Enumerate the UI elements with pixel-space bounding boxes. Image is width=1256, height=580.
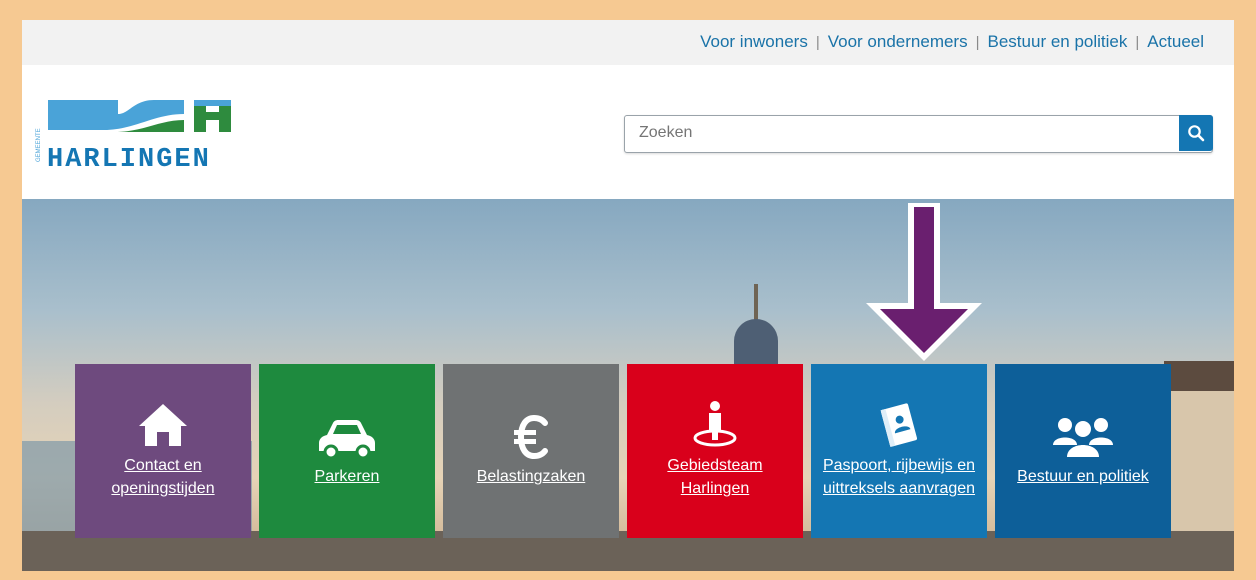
nav-separator: |	[815, 33, 820, 51]
tile-contact[interactable]: Contact en openingstijden	[75, 364, 251, 538]
nav-voor-inwoners[interactable]: Voor inwoners	[700, 32, 808, 52]
search-input[interactable]	[625, 116, 1203, 150]
tile-label: Bestuur en politiek	[1017, 468, 1149, 486]
hero-building	[1164, 391, 1234, 541]
car-icon	[319, 420, 375, 460]
euro-icon	[514, 415, 548, 460]
search-icon	[1188, 125, 1205, 142]
nav-voor-ondernemers[interactable]: Voor ondernemers	[828, 32, 968, 52]
person-location-icon	[693, 400, 737, 447]
group-icon	[1053, 418, 1113, 458]
tile-parkeren[interactable]: Parkeren	[259, 364, 435, 538]
hero-roof	[1164, 361, 1234, 391]
hero-tower-spire	[754, 284, 758, 324]
search-box	[624, 115, 1213, 153]
tile-label: Paspoort, rijbewijs en uittreksels aanvr…	[822, 456, 976, 497]
site-logo[interactable]: GEMEENTE HARLINGEN	[34, 100, 234, 175]
nav-bestuur-en-politiek[interactable]: Bestuur en politiek	[988, 32, 1128, 52]
tile-gebiedsteam[interactable]: Gebiedsteam Harlingen	[627, 364, 803, 538]
tile-belastingzaken[interactable]: Belastingzaken	[443, 364, 619, 538]
top-navigation: Voor inwoners | Voor ondernemers | Bestu…	[700, 32, 1204, 52]
passport-icon	[880, 403, 917, 447]
tile-label: Parkeren	[314, 468, 380, 486]
tile-label: Gebiedsteam Harlingen	[667, 456, 763, 497]
top-bar: Voor inwoners | Voor ondernemers | Bestu…	[22, 20, 1234, 65]
browser-frame: Voor inwoners | Voor ondernemers | Bestu…	[22, 20, 1234, 571]
tile-paspoort[interactable]: Paspoort, rijbewijs en uittreksels aanvr…	[811, 364, 987, 538]
nav-separator: |	[975, 33, 980, 51]
tile-label: Belastingzaken	[476, 468, 586, 486]
logo-small-text: GEMEENTE	[36, 128, 42, 162]
home-icon	[139, 403, 187, 446]
down-arrow-icon	[866, 203, 982, 361]
logo-name-text: HARLINGEN	[47, 145, 211, 170]
nav-separator: |	[1135, 33, 1140, 51]
nav-actueel[interactable]: Actueel	[1147, 32, 1204, 52]
site-header: GEMEENTE HARLINGEN	[22, 65, 1234, 199]
tile-bestuur[interactable]: Bestuur en politiek	[995, 364, 1171, 538]
search-button[interactable]	[1179, 115, 1213, 151]
harlingen-logo-icon: GEMEENTE HARLINGEN	[36, 100, 231, 175]
tile-label: Contact en openingstijden	[111, 456, 215, 497]
